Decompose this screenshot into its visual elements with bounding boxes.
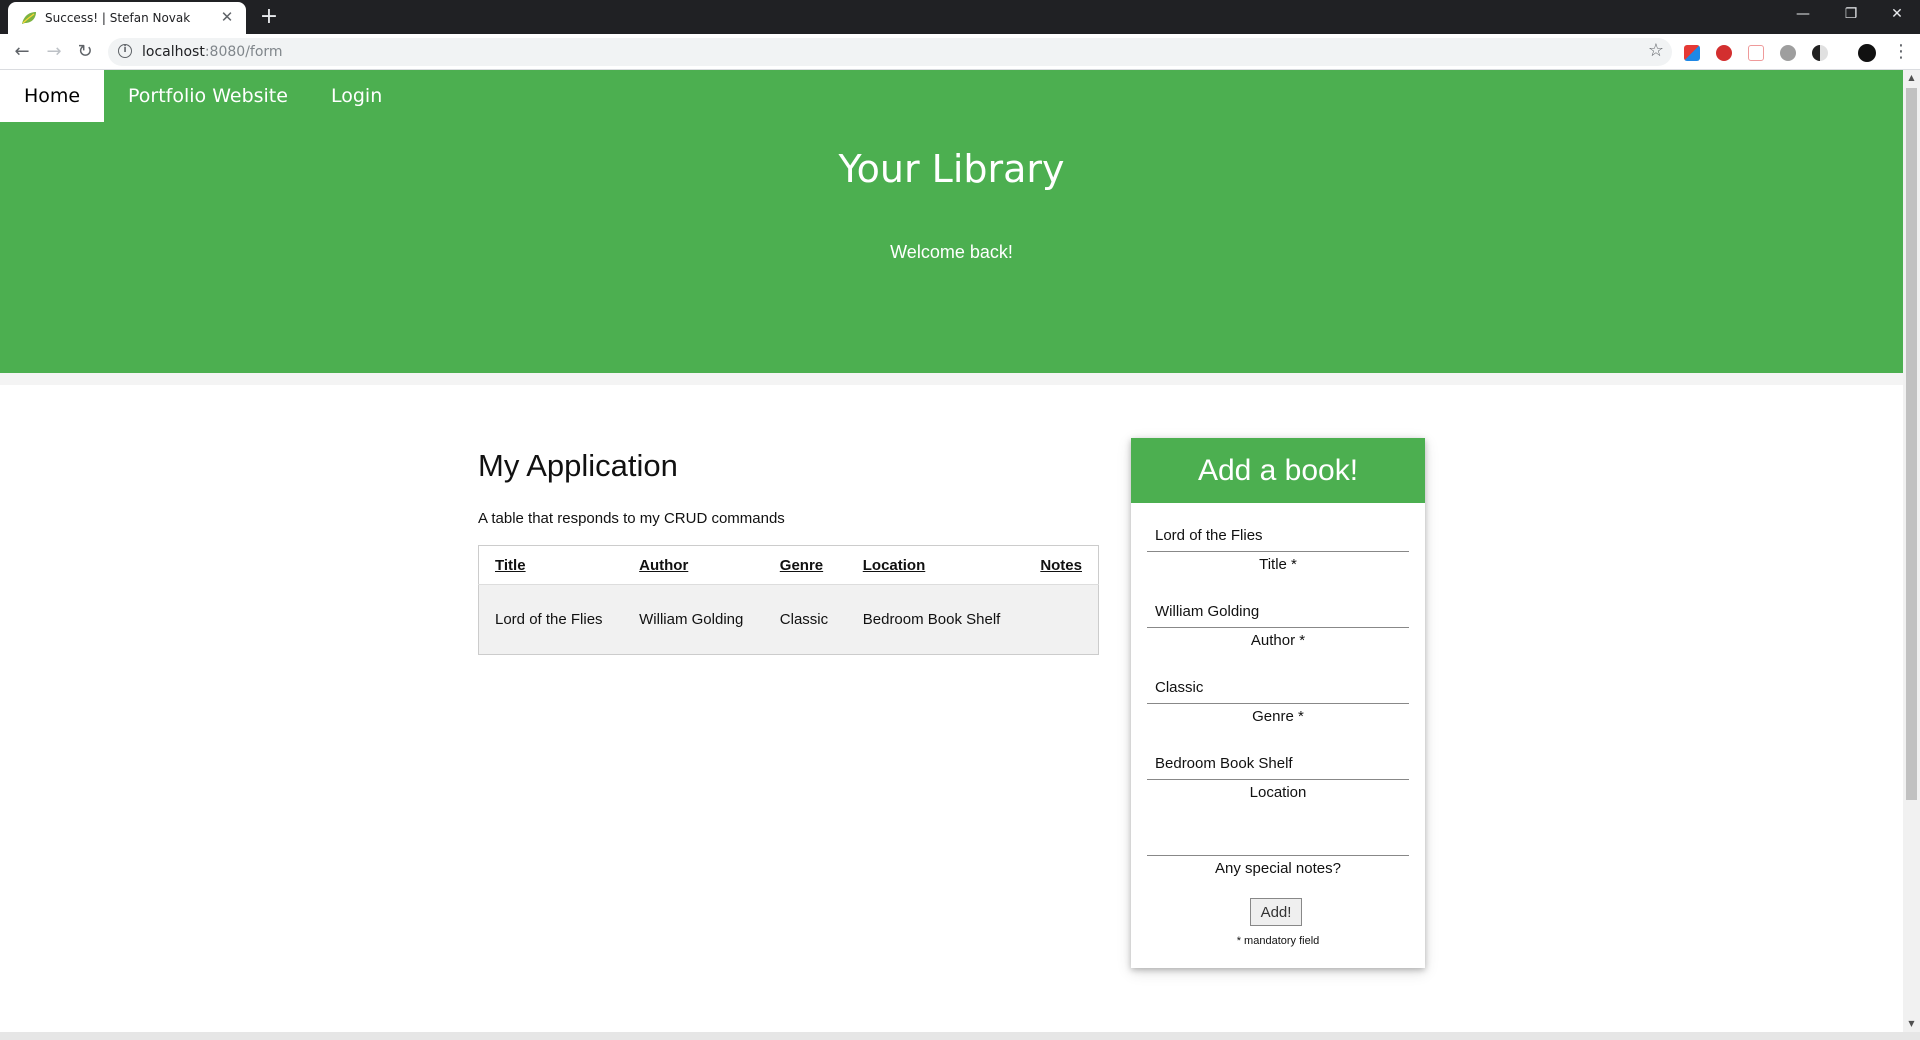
browser-menu-icon[interactable]: ⋮ (1892, 42, 1910, 62)
new-tab-button[interactable]: + (256, 4, 282, 30)
extension-windows-icon[interactable] (1684, 45, 1700, 61)
bookmark-star-icon[interactable]: ☆ (1648, 40, 1664, 61)
profile-avatar-icon[interactable] (1858, 44, 1876, 62)
author-label: Author * (1250, 632, 1306, 649)
add-book-button[interactable]: Add! (1250, 898, 1302, 926)
address-bar[interactable]: i localhost:8080/form ☆ (108, 38, 1672, 66)
title-input[interactable] (1147, 520, 1409, 552)
notes-label: Any special notes? (1215, 860, 1341, 877)
vertical-scrollbar[interactable]: ▲ ▼ (1903, 70, 1920, 1032)
top-navbar: Home Portfolio Website Login (0, 70, 1903, 122)
restore-icon[interactable]: ❐ (1828, 0, 1874, 30)
genre-field: Genre * (1147, 672, 1409, 725)
page-viewport: Home Portfolio Website Login Your Librar… (0, 70, 1903, 1032)
title-label: Title * (1259, 556, 1297, 573)
cell-genre: Classic (763, 584, 847, 655)
location-field: Location (1147, 748, 1409, 801)
author-field: Author * (1147, 596, 1409, 649)
extension-chat-icon[interactable] (1780, 45, 1796, 61)
extension-dark-mode-icon[interactable] (1812, 45, 1828, 61)
column-header-location[interactable]: Location (846, 545, 1022, 585)
genre-label: Genre * (1252, 708, 1304, 725)
title-field: Title * (1147, 520, 1409, 573)
back-icon[interactable]: ← (10, 40, 34, 64)
nav-home[interactable]: Home (0, 70, 104, 122)
leaf-favicon-icon (22, 12, 36, 24)
tab-title: Success! | Stefan Novak (45, 11, 191, 25)
location-input[interactable] (1147, 748, 1409, 780)
browser-tab[interactable]: Success! | Stefan Novak ✕ (8, 2, 246, 34)
table-header-row: Title Author Genre Location Notes (478, 545, 1099, 585)
notes-field: Any special notes? (1147, 824, 1409, 877)
scroll-up-arrow-icon[interactable]: ▲ (1903, 70, 1920, 86)
browser-tab-strip: Success! | Stefan Novak ✕ + — ❐ ✕ (0, 0, 1920, 34)
section-description: A table that responds to my CRUD command… (478, 510, 785, 527)
url-host: localhost (142, 44, 205, 60)
cell-author: William Golding (623, 584, 764, 655)
nav-portfolio-website[interactable]: Portfolio Website (104, 70, 313, 122)
column-header-genre[interactable]: Genre (763, 545, 847, 585)
location-label: Location (1249, 784, 1307, 801)
url-text[interactable]: localhost:8080/form (142, 44, 283, 60)
column-header-notes[interactable]: Notes (1021, 545, 1099, 585)
column-header-title[interactable]: Title (478, 545, 624, 585)
reload-icon[interactable]: ↻ (73, 40, 97, 64)
nav-login[interactable]: Login (307, 70, 411, 122)
books-table: Title Author Genre Location Notes Lord o… (478, 545, 1099, 655)
scroll-down-arrow-icon[interactable]: ▼ (1903, 1016, 1920, 1032)
cell-location: Bedroom Book Shelf (846, 584, 1022, 655)
add-book-heading: Add a book! (1131, 438, 1425, 503)
forward-icon[interactable]: → (42, 40, 66, 64)
url-path: :8080/form (204, 44, 283, 60)
close-window-icon[interactable]: ✕ (1874, 0, 1920, 30)
column-header-author[interactable]: Author (623, 545, 764, 585)
minimize-icon[interactable]: — (1780, 0, 1826, 30)
table-row[interactable]: Lord of the Flies William Golding Classi… (478, 584, 1099, 655)
mandatory-footnote: * mandatory field (1236, 935, 1320, 947)
cell-title: Lord of the Flies (478, 584, 624, 655)
hero-subtitle: Welcome back! (890, 242, 1013, 262)
browser-toolbar: ← → ↻ i localhost:8080/form ☆ ⋮ (0, 34, 1920, 70)
hero-title: Your Library (838, 147, 1065, 191)
genre-input[interactable] (1147, 672, 1409, 704)
cell-notes (1021, 584, 1099, 655)
info-icon[interactable]: i (118, 44, 132, 58)
close-tab-icon[interactable]: ✕ (218, 8, 236, 26)
hero-divider (0, 373, 1903, 385)
section-title: My Application (478, 448, 678, 483)
scrollbar-thumb[interactable] (1906, 88, 1917, 800)
horizontal-scrollbar[interactable] (0, 1032, 1920, 1040)
notes-input[interactable] (1147, 824, 1409, 856)
add-book-card: Add a book! Title * Author * Genre * Loc… (1131, 438, 1425, 968)
author-input[interactable] (1147, 596, 1409, 628)
extension-gift-icon[interactable] (1748, 45, 1764, 61)
hero-banner: Your Library Welcome back! (0, 122, 1903, 373)
extension-opera-icon[interactable] (1716, 45, 1732, 61)
